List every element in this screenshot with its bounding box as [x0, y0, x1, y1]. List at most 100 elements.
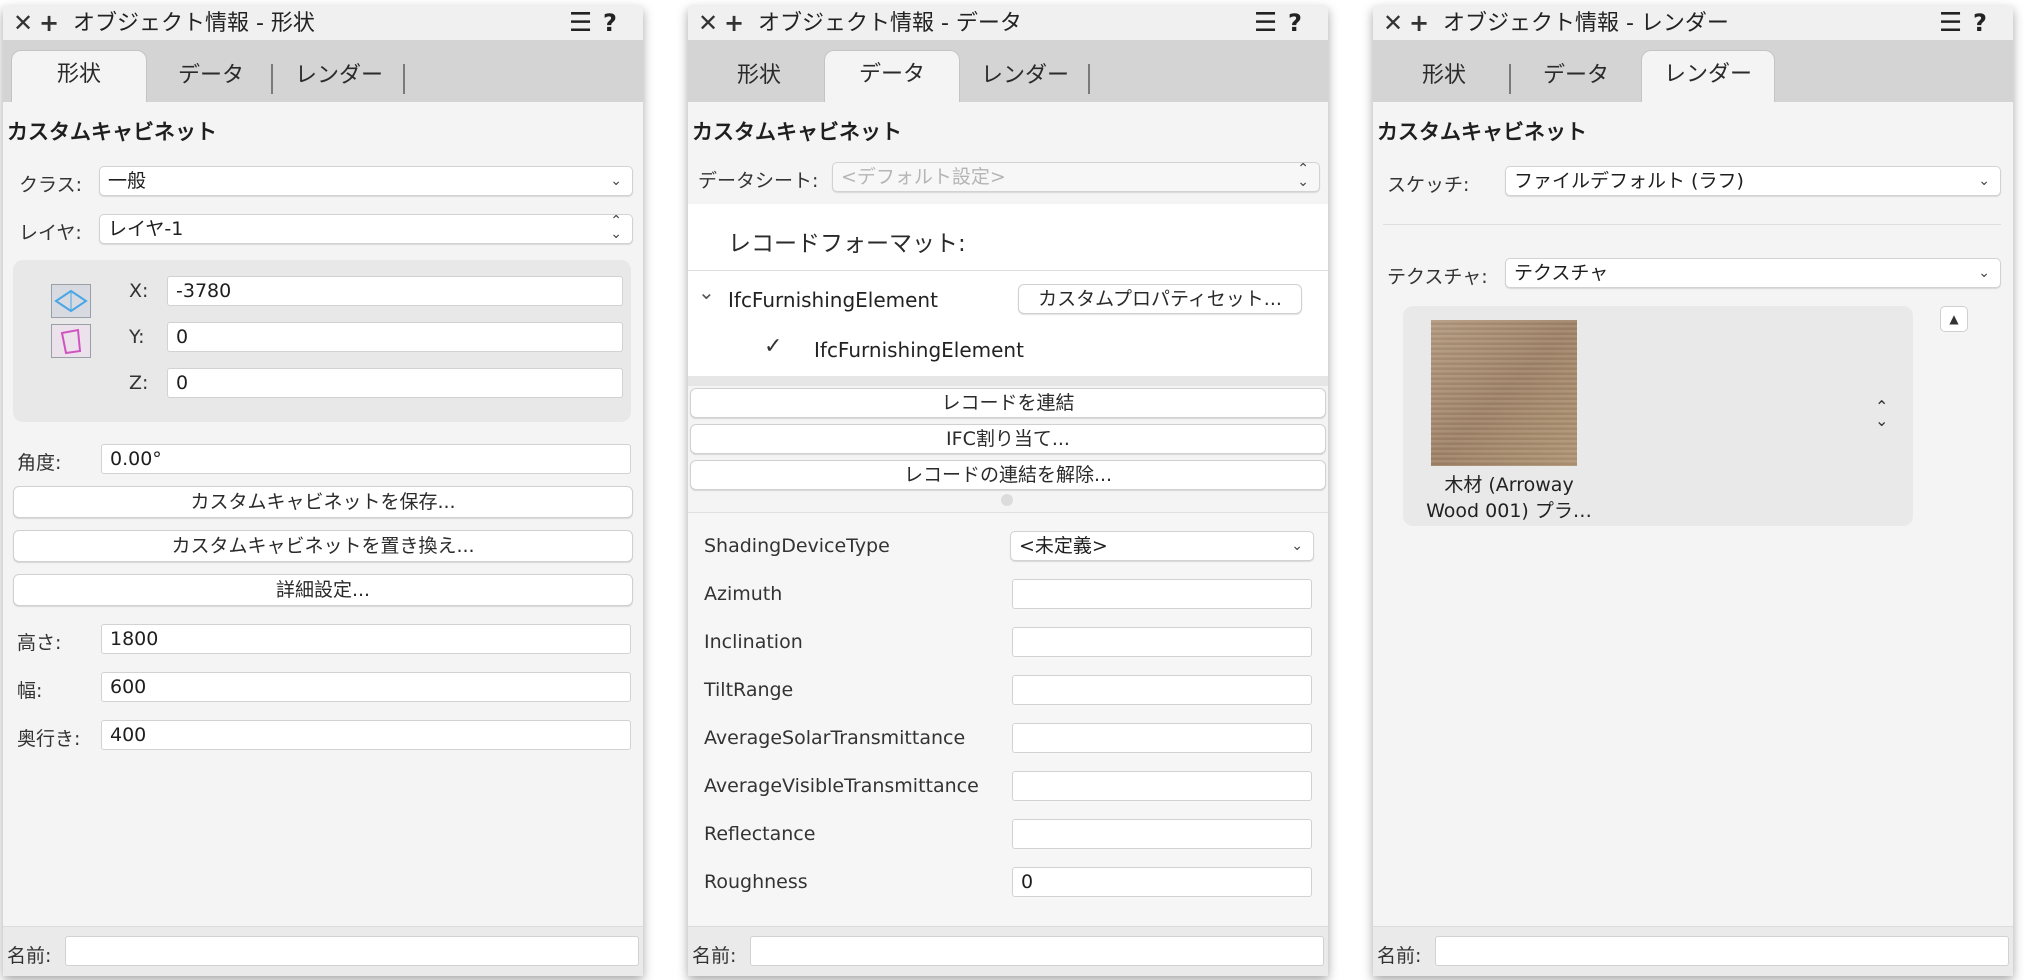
menu-icon[interactable]: ☰: [569, 8, 592, 38]
texture-preview-area[interactable]: 木材 (Arroway Wood 001) プラ… ⌃ ⌄: [1403, 306, 1913, 526]
detail-settings-button[interactable]: 詳細設定...: [13, 574, 633, 606]
chevron-down-icon: ⌄: [1291, 538, 1303, 554]
record-format-label: レコードフォーマット:: [728, 231, 966, 257]
property-list: ShadingDeviceType <未定義> ⌄ Azimuth Inclin…: [688, 512, 1328, 925]
tab-data[interactable]: データ: [1513, 52, 1639, 102]
name-field[interactable]: [750, 936, 1324, 966]
shading-device-type-select[interactable]: <未定義> ⌄: [1010, 531, 1314, 561]
divider: [1383, 224, 2001, 225]
property-name: AverageSolarTransmittance: [704, 727, 966, 749]
tab-shape[interactable]: 形状: [1381, 52, 1507, 102]
replace-custom-cabinet-button[interactable]: カスタムキャビネットを置き換え...: [13, 530, 633, 562]
close-icon[interactable]: ✕: [698, 9, 718, 37]
tab-shape[interactable]: 形状: [696, 52, 822, 102]
tab-bar: 形状 データ レンダー: [688, 40, 1328, 102]
class-label: クラス:: [19, 174, 83, 196]
reflectance-field[interactable]: [1012, 819, 1312, 849]
collapse-up-icon[interactable]: ▲: [1940, 306, 1968, 332]
tab-data[interactable]: データ: [824, 50, 960, 102]
texture-name: 木材 (Arroway Wood 001) プラ…: [1411, 472, 1607, 524]
up-down-arrows-icon[interactable]: ⌃ ⌄: [1875, 399, 1888, 429]
close-icon[interactable]: ✕: [13, 9, 33, 37]
width-label: 幅:: [17, 680, 43, 702]
tab-render[interactable]: レンダー: [1641, 50, 1775, 102]
azimuth-field[interactable]: [1012, 579, 1312, 609]
tab-bar: 形状 データ レンダー: [3, 40, 643, 102]
wood-texture-thumbnail[interactable]: [1431, 320, 1577, 466]
checkmark-icon[interactable]: ✓: [764, 334, 782, 359]
titlebar: ✕ + オブジェクト情報 - レンダー ☰ ?: [1373, 6, 2013, 40]
menu-icon[interactable]: ☰: [1254, 8, 1277, 38]
y-label: Y:: [129, 326, 145, 348]
property-value: <未定義>: [1019, 535, 1108, 557]
tab-separator: [403, 64, 405, 94]
tab-shape[interactable]: 形状: [11, 50, 147, 102]
splitter-handle[interactable]: [1001, 494, 1013, 506]
inclination-field[interactable]: [1012, 627, 1312, 657]
average-visible-transmittance-field[interactable]: [1012, 771, 1312, 801]
close-icon[interactable]: ✕: [1383, 9, 1403, 37]
tab-data[interactable]: データ: [151, 52, 271, 102]
name-label: 名前:: [692, 945, 737, 967]
footer: 名前:: [1373, 926, 2013, 976]
save-custom-cabinet-button[interactable]: カスタムキャビネットを保存...: [13, 486, 633, 518]
obj-info-panel-data: ✕ + オブジェクト情報 - データ ☰ ? 形状 データ レンダー カスタムキ…: [688, 6, 1328, 976]
add-icon[interactable]: +: [724, 9, 744, 37]
custom-property-set-button[interactable]: カスタムプロパティセット...: [1018, 284, 1302, 314]
property-name: Azimuth: [704, 583, 783, 605]
name-field[interactable]: [65, 936, 639, 966]
panel-title: オブジェクト情報 - レンダー: [1443, 11, 1729, 36]
obj-info-panel-shape: ✕ + オブジェクト情報 - 形状 ☰ ? 形状 データ レンダー カスタムキャ…: [3, 6, 643, 976]
disclosure-chevron-icon[interactable]: ⌄: [698, 280, 715, 304]
tab-render[interactable]: レンダー: [275, 52, 403, 102]
chevron-down-icon: ⌄: [1978, 173, 1990, 189]
attach-record-button[interactable]: レコードを連結: [690, 388, 1326, 418]
property-name: AverageVisibleTransmittance: [704, 775, 979, 797]
y-field[interactable]: 0: [167, 322, 623, 352]
layer-select[interactable]: レイヤ-1 ⌃ ⌄: [99, 214, 633, 244]
help-icon[interactable]: ?: [1288, 8, 1302, 38]
sketch-label: スケッチ:: [1387, 174, 1470, 196]
width-field[interactable]: 600: [101, 672, 631, 702]
name-label: 名前:: [7, 945, 52, 967]
tilt-range-field[interactable]: [1012, 675, 1312, 705]
x-field[interactable]: -3780: [167, 276, 623, 306]
average-solar-transmittance-field[interactable]: [1012, 723, 1312, 753]
add-icon[interactable]: +: [39, 9, 59, 37]
property-name: Inclination: [704, 631, 803, 653]
sketch-select[interactable]: ファイルデフォルト (ラフ) ⌄: [1505, 166, 2001, 196]
property-name: ShadingDeviceType: [704, 535, 890, 557]
coordinate-box: X: -3780 Y: 0 Z: 0: [13, 260, 631, 422]
x-label: X:: [129, 280, 149, 302]
chevron-down-icon: ⌄: [610, 173, 622, 189]
roughness-field[interactable]: 0: [1012, 867, 1312, 897]
top-view-icon[interactable]: [51, 284, 91, 318]
menu-icon[interactable]: ☰: [1939, 8, 1962, 38]
tab-render[interactable]: レンダー: [962, 52, 1088, 102]
record-list: レコードフォーマット: ⌄ IfcFurnishingElement カスタムプ…: [688, 204, 1328, 376]
depth-field[interactable]: 400: [101, 720, 631, 750]
help-icon[interactable]: ?: [1973, 8, 1987, 38]
angle-label: 角度:: [17, 452, 62, 474]
record-name[interactable]: IfcFurnishingElement: [728, 288, 938, 312]
add-icon[interactable]: +: [1409, 9, 1429, 37]
sketch-value: ファイルデフォルト (ラフ): [1514, 170, 1744, 192]
titlebar: ✕ + オブジェクト情報 - 形状 ☰ ?: [3, 6, 643, 40]
panel-title: オブジェクト情報 - 形状: [73, 11, 315, 36]
detach-record-button[interactable]: レコードの連結を解除...: [690, 460, 1326, 490]
z-field[interactable]: 0: [167, 368, 623, 398]
up-down-arrows-icon: ⌃ ⌄: [1297, 162, 1309, 190]
help-icon[interactable]: ?: [603, 8, 617, 38]
texture-select[interactable]: テクスチャ ⌄: [1505, 258, 2001, 288]
class-select[interactable]: 一般 ⌄: [99, 166, 633, 196]
panel-title: オブジェクト情報 - データ: [758, 11, 1022, 36]
3d-view-icon[interactable]: [51, 324, 91, 358]
ifc-assign-button[interactable]: IFC割り当て...: [690, 424, 1326, 454]
layer-label: レイヤ:: [19, 222, 82, 244]
angle-field[interactable]: 0.00°: [101, 444, 631, 474]
up-down-arrows-icon: ⌃ ⌄: [610, 214, 622, 242]
height-field[interactable]: 1800: [101, 624, 631, 654]
datasheet-select[interactable]: <デフォルト設定> ⌃ ⌄: [832, 162, 1320, 192]
datasheet-value: <デフォルト設定>: [841, 166, 1006, 188]
name-field[interactable]: [1435, 936, 2009, 966]
